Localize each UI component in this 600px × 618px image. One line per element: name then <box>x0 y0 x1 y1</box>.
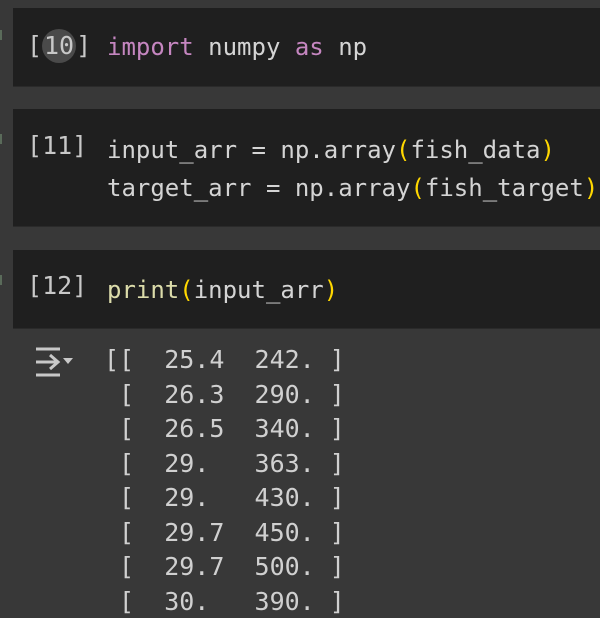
code-line: import numpy as np <box>107 28 367 66</box>
code-cell-1[interactable]: [10] import numpy as np <box>13 8 600 87</box>
output-toggle-icon[interactable] <box>34 346 74 380</box>
code-line: input_arr = np.array(fish_data) <box>107 131 598 169</box>
output-line: [ 26.3 290. ] <box>104 379 345 409</box>
code-editor[interactable]: import numpy as np <box>107 28 367 66</box>
execution-count-number: 12 <box>42 271 73 300</box>
code-token: ) <box>323 276 339 304</box>
cell-gutter-mark <box>0 275 2 285</box>
code-token: ( <box>410 174 425 202</box>
output-line: [ 29.7 500. ] <box>104 552 345 581</box>
code-token: target_arr = np.array <box>107 174 411 202</box>
code-cell-2[interactable]: [11] input_arr = np.array(fish_data) targ… <box>13 109 600 227</box>
code-line: print(input_arr) <box>107 271 338 309</box>
output-line: [ 26.5 340. ] <box>104 414 345 443</box>
code-token: import <box>107 33 194 61</box>
code-token: input_arr <box>193 276 324 304</box>
cell-output: [[ 25.4 242. ] [ 26.3 290. ] [ 26.5 340.… <box>104 343 345 618</box>
code-token: ( <box>395 136 411 164</box>
cell-gutter-mark <box>0 30 2 40</box>
execution-count: [12] <box>27 271 88 300</box>
execution-count: [11] <box>27 131 88 160</box>
run-cell-button[interactable]: 10 <box>42 29 77 63</box>
code-token: fish_target <box>424 174 584 202</box>
code-token: np <box>323 33 368 61</box>
code-line: target_arr = np.array(fish_target) <box>107 169 598 207</box>
output-line: [[ 25.4 242. ] <box>104 345 345 374</box>
code-token: ) <box>540 136 555 164</box>
code-token: print <box>107 276 180 304</box>
code-token: fish_data <box>410 136 541 164</box>
code-token: ( <box>179 276 194 304</box>
output-line: [ 29. 363. ] <box>104 448 345 478</box>
output-line: [ 29.7 450. ] <box>104 517 345 547</box>
execution-count-number: 11 <box>42 131 73 160</box>
code-token: as <box>294 33 324 61</box>
execution-count: [10] <box>27 29 91 63</box>
code-token: input_arr = np.array <box>107 136 396 164</box>
cell-gutter-mark <box>0 134 2 144</box>
code-editor[interactable]: input_arr = np.array(fish_data) target_ar… <box>107 131 598 207</box>
output-line: [ 30. 390. ] <box>104 586 345 616</box>
code-token: ) <box>583 174 599 202</box>
code-cell-3[interactable]: [12] print(input_arr) <box>13 250 600 329</box>
code-editor[interactable]: print(input_arr) <box>107 271 338 309</box>
output-line: [ 29. 430. ] <box>104 483 345 512</box>
code-token: numpy <box>193 33 295 61</box>
